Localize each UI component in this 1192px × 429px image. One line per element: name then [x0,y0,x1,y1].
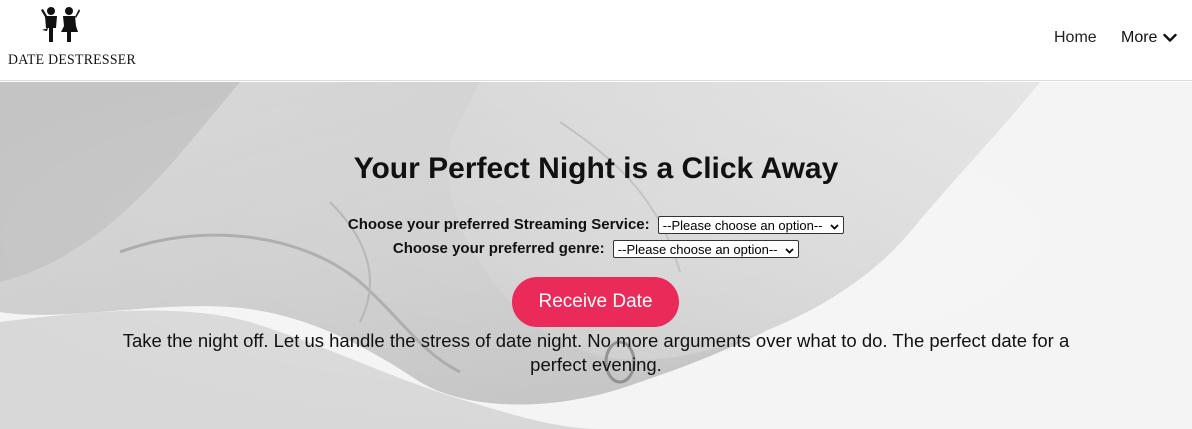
chevron-down-icon [830,223,839,230]
streaming-service-select[interactable]: --Please choose an option-- [657,216,845,235]
nav-home-link[interactable]: Home [1054,29,1097,47]
chevron-down-icon [785,247,794,254]
chevron-down-icon [1163,33,1178,42]
genre-row: Choose your preferred genre: --Please ch… [0,240,1192,259]
nav-more-dropdown[interactable]: More [1121,29,1178,47]
hero-tagline: Take the night off. Let us handle the st… [122,330,1070,375]
nav-more-label: More [1121,29,1158,46]
logo[interactable]: DATE DESTRESSER [8,6,136,72]
hero-title: Your Perfect Night is a Click Away [353,152,839,185]
genre-label: Choose your preferred genre: [392,240,605,257]
couple-icon [41,7,80,42]
receive-date-button[interactable]: Receive Date [512,277,679,327]
logo-text: DATE DESTRESSER [8,52,136,68]
streaming-service-label: Choose your preferred Streaming Service: [347,216,650,233]
site-header: DATE DESTRESSER Home More [0,0,1192,81]
streaming-service-row: Choose your preferred Streaming Service:… [0,216,1192,235]
streaming-service-select-value: --Please choose an option-- [662,218,823,234]
genre-select-value: --Please choose an option-- [617,242,778,258]
hero-section: Your Perfect Night is a Click Away Choos… [0,82,1192,429]
genre-select[interactable]: --Please choose an option-- [612,240,800,259]
